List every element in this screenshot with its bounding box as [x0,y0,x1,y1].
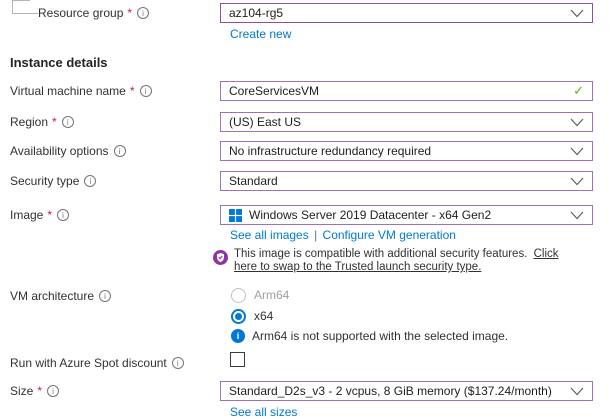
size-dropdown[interactable]: Standard_D2s_v3 - 2 vcpus, 8 GiB memory … [220,381,593,401]
see-all-images-link[interactable]: See all images [230,228,309,242]
region-label-group: Region * i [0,115,220,129]
notice-text: This image is compatible with additional… [234,248,527,260]
security-type-row: Security type i Standard [0,171,613,191]
see-all-sizes-link[interactable]: See all sizes [230,405,297,419]
required-asterisk: * [52,115,57,129]
link-separator: | [314,228,317,242]
availability-label-group: Availability options i [0,144,220,158]
chevron-down-icon [570,9,584,18]
vm-name-input[interactable] [229,84,567,98]
security-compat-notice: This image is compatible with additional… [213,248,605,274]
vm-name-field-wrap: ✓ [220,81,593,101]
image-links: See all images | Configure VM generation [230,228,456,242]
image-row: Image * i Windows Server 2019 Datacenter … [0,205,613,225]
region-label: Region [10,115,48,129]
windows-logo-icon [229,209,242,222]
info-icon[interactable]: i [84,175,96,187]
required-asterisk: * [37,384,42,398]
availability-label: Availability options [10,144,109,158]
size-label: Size [10,384,33,398]
resource-group-dropdown[interactable]: az104-rg5 [220,3,593,23]
resource-group-label: Resource group [38,6,123,20]
availability-row: Availability options i No infrastructure… [0,141,613,161]
arm64-note: i Arm64 is not supported with the select… [231,329,508,343]
radio-x64-label: x64 [254,309,273,323]
create-new-link[interactable]: Create new [230,27,291,41]
resource-group-label-group: Resource group * i [0,6,220,20]
chevron-down-icon [570,177,584,186]
security-type-dropdown[interactable]: Standard [220,171,593,191]
section-title: Instance details [10,55,108,70]
availability-dropdown[interactable]: No infrastructure redundancy required [220,141,593,161]
chevron-down-icon [570,118,584,127]
info-icon[interactable]: i [57,209,69,221]
region-value: (US) East US [229,115,564,129]
shield-check-icon [213,250,228,265]
image-label: Image [10,208,43,222]
region-row: Region * i (US) East US [0,112,613,132]
image-dropdown[interactable]: Windows Server 2019 Datacenter - x64 Gen… [220,205,593,225]
radio-circle-icon [231,288,246,303]
radio-arm64-label: Arm64 [254,288,289,302]
size-row: Size * i Standard_D2s_v3 - 2 vcpus, 8 GiB… [0,381,613,401]
required-asterisk: * [127,6,132,20]
radio-selected-icon [231,309,246,324]
info-icon[interactable]: i [47,385,59,397]
image-label-group: Image * i [0,208,220,222]
radio-arm64[interactable]: Arm64 [231,287,289,303]
spot-label-group: Run with Azure Spot discount i [10,356,184,370]
security-type-label: Security type [10,174,79,188]
required-asterisk: * [130,84,135,98]
spot-checkbox[interactable] [230,352,245,367]
info-icon[interactable]: i [140,85,152,97]
resource-group-value: az104-rg5 [229,6,564,20]
resource-group-row: Resource group * i az104-rg5 [0,3,613,23]
vm-name-row: Virtual machine name * i ✓ [0,81,613,101]
required-asterisk: * [47,208,52,222]
azure-create-vm-form: { "ui": { "required_mark": "*", "info_gl… [0,0,613,409]
notice-text-block: This image is compatible with additional… [234,248,580,274]
info-icon[interactable]: i [62,116,74,128]
security-type-label-group: Security type i [0,174,220,188]
vm-name-label: Virtual machine name [10,84,126,98]
vm-architecture-label: VM architecture [10,289,94,303]
chevron-down-icon [570,147,584,156]
configure-vm-generation-link[interactable]: Configure VM generation [323,228,456,242]
vm-architecture-label-group: VM architecture i [10,289,111,303]
arm64-note-text: Arm64 is not supported with the selected… [252,329,508,343]
region-dropdown[interactable]: (US) East US [220,112,593,132]
info-icon[interactable]: i [99,290,111,302]
info-icon[interactable]: i [137,7,149,19]
info-filled-icon: i [231,329,245,343]
size-value: Standard_D2s_v3 - 2 vcpus, 8 GiB memory … [229,384,564,398]
image-value: Windows Server 2019 Datacenter - x64 Gen… [249,208,564,222]
size-label-group: Size * i [0,384,220,398]
info-icon[interactable]: i [172,357,184,369]
chevron-down-icon [570,387,584,396]
valid-check-icon: ✓ [573,83,584,99]
availability-value: No infrastructure redundancy required [229,144,564,158]
security-type-value: Standard [229,174,564,188]
vm-name-label-group: Virtual machine name * i [0,84,220,98]
spot-label: Run with Azure Spot discount [10,356,167,370]
chevron-down-icon [570,211,584,220]
radio-x64[interactable]: x64 [231,308,273,324]
info-icon[interactable]: i [114,145,126,157]
